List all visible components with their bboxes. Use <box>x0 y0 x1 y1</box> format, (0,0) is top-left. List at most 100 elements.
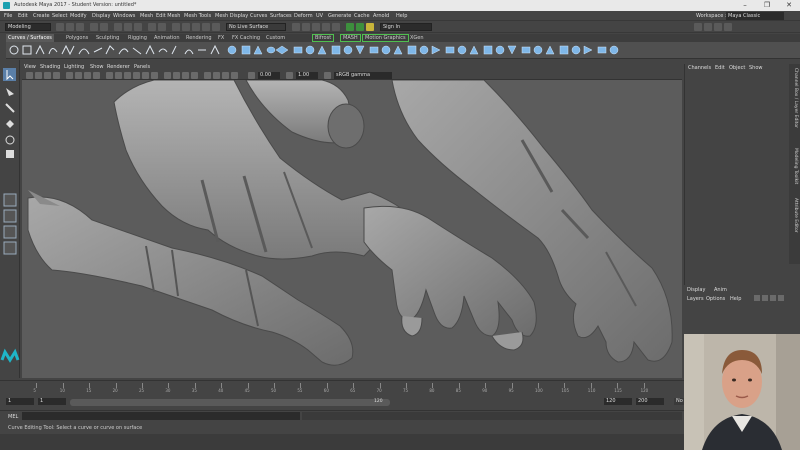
select-object-icon[interactable] <box>124 23 132 31</box>
snap-curve-icon[interactable] <box>182 23 190 31</box>
layer-up-icon[interactable] <box>770 295 776 301</box>
layer-menu-options[interactable]: Options <box>706 296 725 302</box>
image-plane-icon[interactable] <box>53 72 60 79</box>
tab-fx[interactable]: FX <box>216 34 226 42</box>
command-input[interactable] <box>22 412 300 420</box>
wireframe-on-shaded-icon[interactable] <box>124 72 131 79</box>
panel-menu-lighting[interactable]: Lighting <box>64 64 84 71</box>
menu-display[interactable]: Display <box>92 13 110 19</box>
panel-menu-panels[interactable]: Panels <box>134 64 150 71</box>
tab-rendering[interactable]: Rendering <box>184 34 214 42</box>
tab-animation[interactable]: Animation <box>152 34 182 42</box>
anti-aliasing-icon[interactable] <box>182 72 189 79</box>
maximize-button[interactable]: ❐ <box>756 0 778 11</box>
tab-bifrost[interactable]: Bifrost <box>312 34 335 42</box>
undo-icon[interactable] <box>90 23 98 31</box>
pause-icon[interactable] <box>366 23 374 31</box>
layer-tab-display[interactable]: Display <box>687 287 705 293</box>
menu-file[interactable]: File <box>4 13 12 19</box>
menu-arnold[interactable]: Arnold <box>373 13 389 19</box>
menu-mesh-display[interactable]: Mesh Display <box>215 13 248 19</box>
textured-icon[interactable] <box>133 72 140 79</box>
new-layer-selected-icon[interactable] <box>762 295 768 301</box>
menu-mesh[interactable]: Mesh <box>140 13 153 19</box>
shelf-icons[interactable] <box>6 42 800 59</box>
select-hierarchy-icon[interactable] <box>114 23 122 31</box>
playback-end-field[interactable]: 120 <box>604 398 632 405</box>
snap-surface-icon[interactable] <box>212 23 220 31</box>
snap-view-icon[interactable] <box>202 23 210 31</box>
tab-channel-box-layer-editor[interactable]: Channel Box / Layer Editor <box>791 68 798 128</box>
shadows-icon[interactable] <box>151 72 158 79</box>
minimize-button[interactable]: – <box>734 0 756 11</box>
close-button[interactable]: ✕ <box>778 0 800 11</box>
channel-menu-object[interactable]: Object <box>729 65 745 71</box>
mask-icon[interactable] <box>148 23 156 31</box>
single-view-icon[interactable] <box>3 193 17 207</box>
lights-icon[interactable] <box>142 72 149 79</box>
tool-settings-icon[interactable] <box>714 23 722 31</box>
menu-deform[interactable]: Deform <box>294 13 313 19</box>
hypershade-icon[interactable] <box>332 23 340 31</box>
channel-menu-edit[interactable]: Edit <box>715 65 725 71</box>
layer-menu-help[interactable]: Help <box>730 296 741 302</box>
xray-components-icon[interactable] <box>231 72 238 79</box>
persp-viewport[interactable] <box>22 80 682 378</box>
camera-attr-icon[interactable] <box>35 72 42 79</box>
tab-motion-graphics[interactable]: Motion Graphics <box>362 34 409 42</box>
tab-modeling-toolkit[interactable]: Modeling Toolkit <box>791 148 798 184</box>
menu-create[interactable]: Create <box>33 13 50 19</box>
arnold-render-icon[interactable] <box>346 23 354 31</box>
menuset-dropdown[interactable]: Modeling <box>5 23 51 31</box>
select-tool-icon[interactable] <box>3 68 16 81</box>
render-icon[interactable] <box>302 23 310 31</box>
persp-outliner-icon[interactable] <box>3 225 17 239</box>
isolate-select-icon[interactable] <box>204 72 211 79</box>
tab-custom[interactable]: Custom <box>264 34 287 42</box>
layer-down-icon[interactable] <box>778 295 784 301</box>
color-management-icon[interactable] <box>324 72 331 79</box>
exposure-field[interactable]: 0.00 <box>258 72 280 79</box>
time-slider[interactable]: 5 10 15 20 25 30 35 40 45 50 55 60 65 70 75 80 85 90 95 100… <box>0 380 680 394</box>
end-time-field[interactable]: 200 <box>636 398 664 405</box>
four-view-icon[interactable] <box>3 209 17 223</box>
menu-edit[interactable]: Edit <box>18 13 28 19</box>
depth-of-field-icon[interactable] <box>191 72 198 79</box>
gamma-field[interactable]: 1.00 <box>296 72 318 79</box>
menu-uv[interactable]: UV <box>316 13 323 19</box>
tab-xgen[interactable]: XGen <box>408 34 426 42</box>
persp-graph-icon[interactable] <box>3 241 17 255</box>
history-icon[interactable] <box>292 23 300 31</box>
menu-generate[interactable]: Generate <box>328 13 351 19</box>
grid-icon[interactable] <box>66 72 73 79</box>
resolution-gate-icon[interactable] <box>84 72 91 79</box>
tab-rigging[interactable]: Rigging <box>126 34 149 42</box>
live-surface-field[interactable]: No Live Surface <box>226 23 286 31</box>
range-bar[interactable]: 120 <box>70 399 390 406</box>
playback-start-field[interactable]: 1 <box>38 398 66 405</box>
xray-joints-icon[interactable] <box>222 72 229 79</box>
new-scene-icon[interactable] <box>56 23 64 31</box>
ambient-occlusion-icon[interactable] <box>164 72 171 79</box>
ipr-icon[interactable] <box>312 23 320 31</box>
start-time-field[interactable]: 1 <box>6 398 34 405</box>
snap-grid-icon[interactable] <box>172 23 180 31</box>
xray-icon[interactable] <box>213 72 220 79</box>
arnold-ipr-icon[interactable] <box>356 23 364 31</box>
attribute-editor-icon[interactable] <box>704 23 712 31</box>
motion-blur-icon[interactable] <box>173 72 180 79</box>
panel-menu-shading[interactable]: Shading <box>40 64 60 71</box>
scale-tool-icon[interactable] <box>6 150 14 158</box>
move-tool-icon[interactable] <box>6 120 14 128</box>
open-scene-icon[interactable] <box>66 23 74 31</box>
tab-mash[interactable]: MASH <box>340 34 361 42</box>
tab-curves-surfaces[interactable]: Curves / Surfaces <box>6 34 54 42</box>
tab-sculpting[interactable]: Sculpting <box>94 34 121 42</box>
tab-fx-caching[interactable]: FX Caching <box>230 34 262 42</box>
mask-icon[interactable] <box>158 23 166 31</box>
film-gate-icon[interactable] <box>75 72 82 79</box>
menu-modify[interactable]: Modify <box>70 13 87 19</box>
save-scene-icon[interactable] <box>76 23 84 31</box>
channel-menu-show[interactable]: Show <box>749 65 763 71</box>
new-layer-icon[interactable] <box>754 295 760 301</box>
